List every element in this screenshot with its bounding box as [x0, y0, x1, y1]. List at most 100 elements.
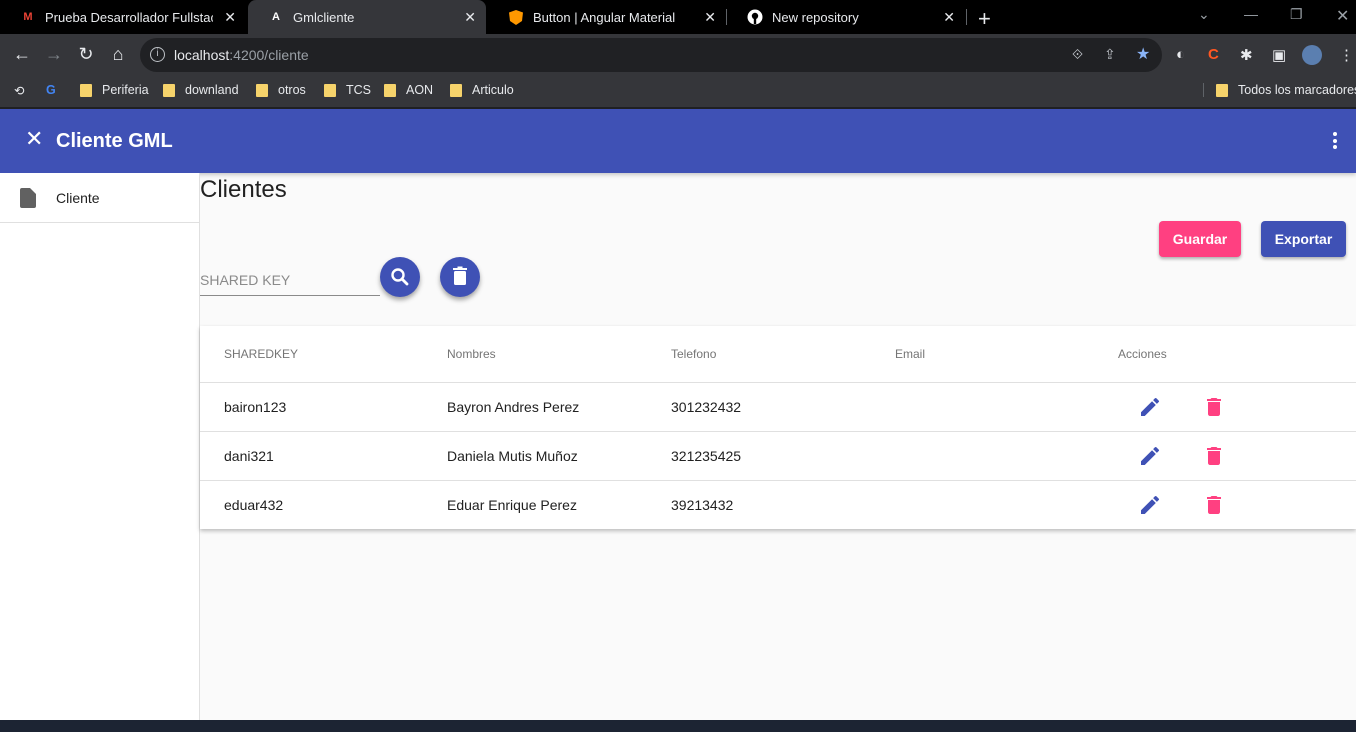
edit-icon[interactable] [1138, 493, 1162, 517]
folder-icon [256, 83, 268, 97]
cell-sharedkey: eduar432 [224, 497, 284, 513]
cell-telefono: 301232432 [671, 399, 742, 415]
search-button[interactable] [380, 257, 420, 297]
all-bookmarks[interactable]: Todos los marcadores [1203, 83, 1356, 97]
tab-github[interactable]: New repository ✕ [727, 0, 965, 34]
bookmark-folder[interactable]: downland [163, 83, 239, 97]
restore-icon[interactable]: ❐ [1290, 6, 1303, 23]
gmail-icon: M [23, 11, 33, 23]
close-sidenav-icon[interactable]: ✕ [25, 126, 43, 152]
main-content: Clientes Guardar Exportar SHAREDKEY Nomb… [200, 173, 1356, 720]
cell-nombres: Daniela Mutis Muñoz [447, 448, 578, 464]
extension-c-icon[interactable]: C [1208, 46, 1219, 63]
side-panel-icon[interactable]: ▣ [1272, 46, 1286, 64]
bookmark-folder[interactable]: TCS [324, 83, 371, 97]
cell-nombres: Eduar Enrique Perez [447, 497, 577, 513]
document-icon [20, 188, 36, 208]
tab-strip: M Prueba Desarrollador Fullstack - ✕ A G… [0, 0, 1356, 34]
search-icon [391, 268, 409, 286]
clear-button[interactable] [440, 257, 480, 297]
bookmark-folder[interactable]: otros [256, 83, 306, 97]
close-icon[interactable]: ✕ [704, 9, 716, 26]
shared-key-field [200, 263, 380, 296]
save-button[interactable]: Guardar [1159, 221, 1241, 257]
header-nombres: Nombres [447, 347, 496, 361]
trash-icon [453, 266, 467, 285]
browser-toolbar: ← → ↻ ⌂ i localhost:4200/cliente ⟐ ⇪ ★ [0, 34, 1356, 76]
tab-title: Button | Angular Material [533, 9, 676, 25]
close-icon[interactable]: ✕ [464, 9, 476, 26]
menu-icon[interactable]: ⋮ [1339, 46, 1354, 64]
shared-key-input[interactable] [200, 272, 380, 288]
folder-icon [80, 83, 92, 97]
delete-icon[interactable] [1202, 395, 1226, 419]
folder-icon [163, 83, 175, 97]
bookmark-folder[interactable]: AON [384, 83, 433, 97]
bookmark-folder[interactable]: Periferia [80, 83, 149, 97]
page-title: Clientes [200, 176, 287, 203]
cell-telefono: 39213432 [671, 497, 734, 513]
sidenav-item-cliente[interactable]: Cliente [0, 173, 199, 223]
cell-telefono: 321235425 [671, 448, 742, 464]
clients-table: SHAREDKEY Nombres Telefono Email Accione… [200, 326, 1356, 529]
minimize-icon[interactable]: — [1244, 6, 1258, 22]
tab-title: Gmlcliente [293, 9, 355, 25]
more-vert-icon[interactable] [1333, 132, 1337, 152]
folder-icon [1216, 83, 1228, 97]
header-sharedkey: SHAREDKEY [224, 347, 299, 361]
table-header: SHAREDKEY Nombres Telefono Email Accione… [200, 326, 1356, 383]
history-icon[interactable]: ⟲ [14, 83, 24, 98]
share-icon[interactable]: ⇪ [1104, 46, 1116, 63]
edit-icon[interactable] [1138, 395, 1162, 419]
table-row: eduar432 Eduar Enrique Perez 39213432 [200, 481, 1356, 530]
new-tab-icon[interactable]: + [978, 6, 991, 32]
window-close-icon[interactable]: ✕ [1336, 6, 1349, 26]
angular-icon: A [272, 11, 280, 23]
forward-icon[interactable]: → [43, 44, 65, 65]
back-icon[interactable]: ← [11, 44, 33, 65]
app-title: Cliente GML [56, 130, 173, 152]
folder-icon [384, 83, 396, 97]
home-icon[interactable]: ⌂ [107, 44, 129, 65]
translate-icon[interactable]: ⟐ [1072, 46, 1083, 63]
url-text[interactable]: localhost:4200/cliente [174, 47, 309, 63]
tab-search-icon[interactable]: ⌄ [1198, 6, 1210, 23]
bookmark-folder[interactable]: Articulo [450, 83, 514, 97]
tab-title: Prueba Desarrollador Fullstack - [45, 9, 213, 25]
tab-separator [966, 9, 967, 25]
header-telefono: Telefono [671, 347, 717, 361]
browser-chrome: M Prueba Desarrollador Fullstack - ✕ A G… [0, 0, 1356, 108]
close-icon[interactable]: ✕ [943, 9, 955, 26]
bookmark-star-icon[interactable]: ★ [1136, 44, 1150, 64]
address-bar[interactable]: i localhost:4200/cliente ⟐ ⇪ ★ [140, 38, 1162, 72]
angular-material-icon [508, 9, 524, 25]
tab-gmlcliente[interactable]: A Gmlcliente ✕ [248, 0, 486, 34]
os-taskbar [0, 720, 1356, 732]
tab-angular-material[interactable]: Button | Angular Material ✕ [488, 0, 726, 34]
table-row: bairon123 Bayron Andres Perez 301232432 [200, 383, 1356, 432]
cell-sharedkey: dani321 [224, 448, 274, 464]
close-icon[interactable]: ✕ [224, 9, 236, 26]
google-icon[interactable]: G [46, 83, 56, 97]
sidenav: Cliente [0, 173, 200, 720]
bookmarks-bar: ⟲ G Periferia downland otros TCS AON Art… [0, 76, 1356, 108]
site-info-icon[interactable]: i [150, 47, 165, 62]
profile-avatar[interactable] [1302, 45, 1322, 65]
extensions-icon[interactable]: ✱ [1240, 46, 1253, 64]
edit-icon[interactable] [1138, 444, 1162, 468]
github-icon [747, 9, 763, 25]
angular-app: ✕ Cliente GML Cliente Clientes Guardar E… [0, 109, 1356, 720]
header-email: Email [895, 347, 926, 361]
sidenav-item-label: Cliente [56, 190, 100, 206]
folder-icon [324, 83, 336, 97]
cell-nombres: Bayron Andres Perez [447, 399, 580, 415]
export-button[interactable]: Exportar [1261, 221, 1346, 257]
app-toolbar: ✕ Cliente GML [0, 109, 1356, 173]
reload-icon[interactable]: ↻ [75, 44, 97, 65]
delete-icon[interactable] [1202, 493, 1226, 517]
tab-gmail[interactable]: M Prueba Desarrollador Fullstack - ✕ [0, 0, 246, 34]
tab-title: New repository [772, 9, 859, 25]
contrast-extension-icon[interactable]: ◐ [1176, 46, 1185, 63]
delete-icon[interactable] [1202, 444, 1226, 468]
header-acciones: Acciones [1118, 347, 1167, 361]
